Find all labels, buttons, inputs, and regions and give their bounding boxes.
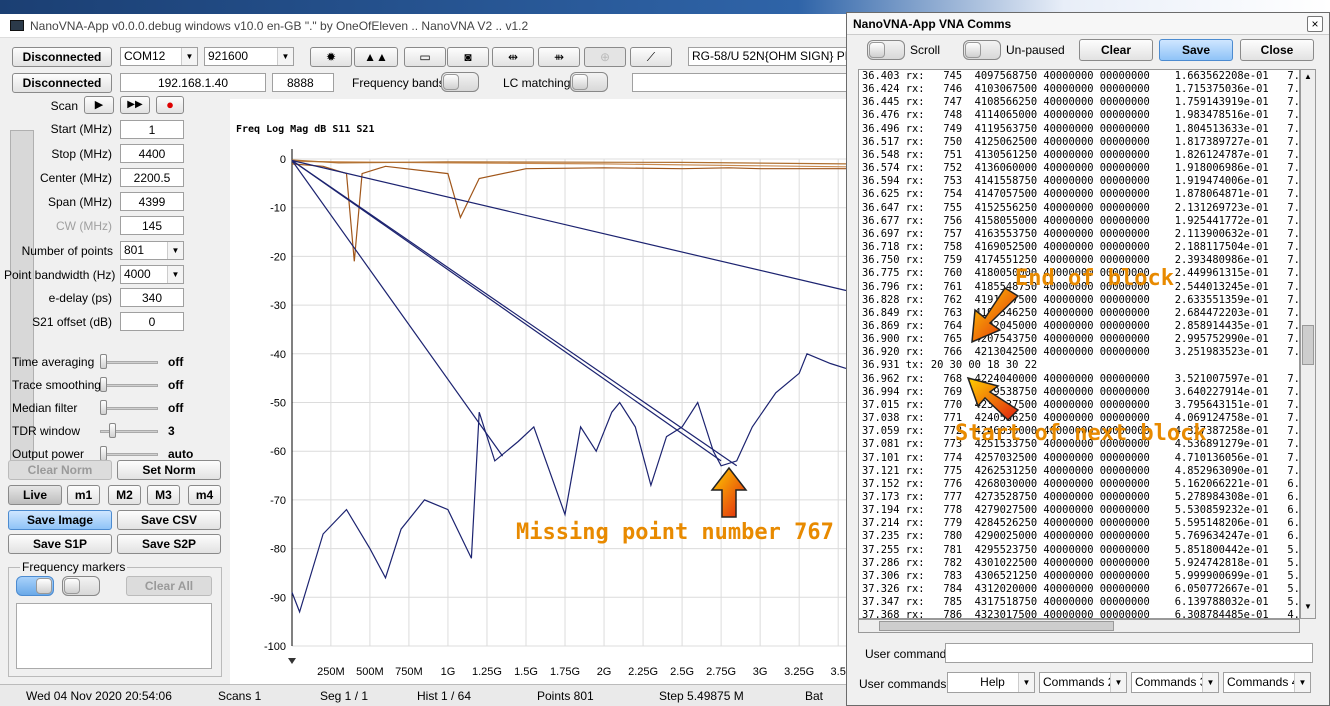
arrow-end-of-block-icon [971, 286, 1020, 344]
arrow-missing-point-icon [710, 466, 748, 518]
annotation-arrows [710, 286, 1020, 518]
arrow-start-next-icon [966, 376, 1020, 422]
